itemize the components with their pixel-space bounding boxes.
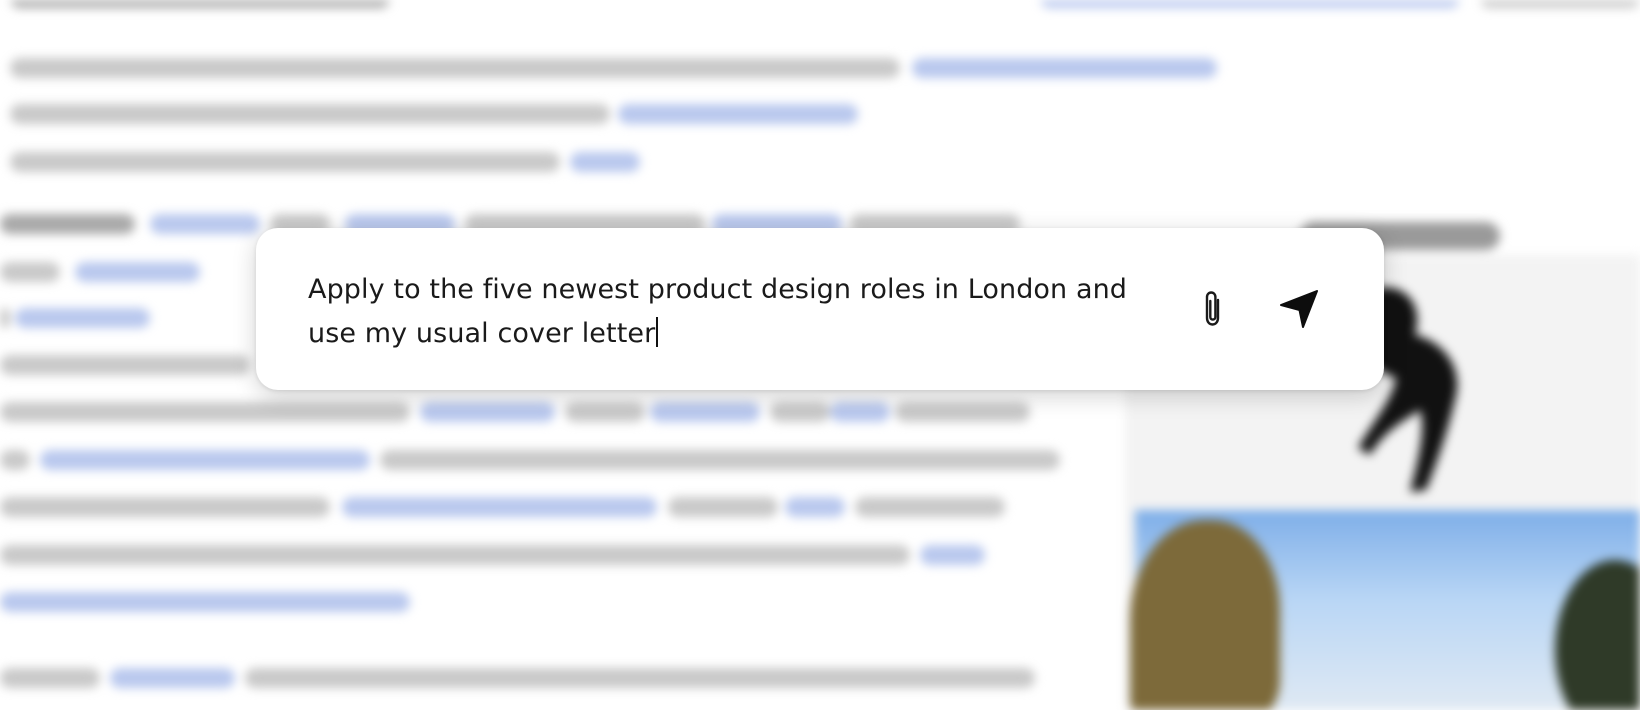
background-link-line: [785, 497, 845, 517]
background-link-line: [830, 402, 890, 422]
background-text-line: [0, 668, 100, 688]
prompt-input[interactable]: Apply to the five newest product design …: [308, 268, 1168, 356]
background-text-line: [0, 402, 410, 422]
background-photo-tree: [1130, 520, 1280, 710]
background-text-line: [668, 497, 778, 517]
background-text-line: [0, 308, 10, 328]
background-link-line: [342, 497, 657, 517]
attach-button[interactable]: [1188, 284, 1238, 334]
background-text-line: [565, 402, 645, 422]
background-link-line: [75, 262, 200, 282]
background-text-line: [10, 58, 900, 78]
background-link-line: [40, 450, 370, 470]
background-text-line: [10, 0, 390, 8]
background-link-line: [618, 104, 858, 124]
background-text-line: [770, 402, 830, 422]
background-link-line: [420, 402, 555, 422]
background-link-line: [650, 402, 760, 422]
background-link-line: [15, 308, 150, 328]
prompt-box[interactable]: Apply to the five newest product design …: [256, 228, 1384, 390]
background-text-line: [855, 497, 1005, 517]
background-text-line: [0, 545, 910, 565]
background-link-line: [110, 668, 235, 688]
background-link-line: [912, 58, 1217, 78]
background-link-line: [570, 152, 640, 172]
background-text-line: [0, 355, 250, 375]
background-text-line: [895, 402, 1030, 422]
background-text-line: [380, 450, 1060, 470]
background-text-line: [0, 262, 60, 282]
background-text-line: [0, 214, 135, 234]
send-arrow-icon: [1280, 290, 1318, 328]
background-link-line: [920, 545, 985, 565]
background-text-line: [0, 450, 30, 470]
background-text-line: [10, 152, 560, 172]
background-link-line: [150, 214, 260, 234]
prompt-input-text: Apply to the five newest product design …: [308, 274, 1128, 349]
background-text-line: [245, 668, 1035, 688]
background-text-line: [10, 104, 610, 124]
send-button[interactable]: [1274, 282, 1324, 332]
paperclip-icon: [1205, 291, 1220, 326]
background-link-line: [0, 592, 410, 612]
background-link-line: [1040, 0, 1460, 8]
background-text-line: [1480, 0, 1640, 8]
background-text-line: [0, 497, 330, 517]
text-cursor: [656, 317, 659, 347]
